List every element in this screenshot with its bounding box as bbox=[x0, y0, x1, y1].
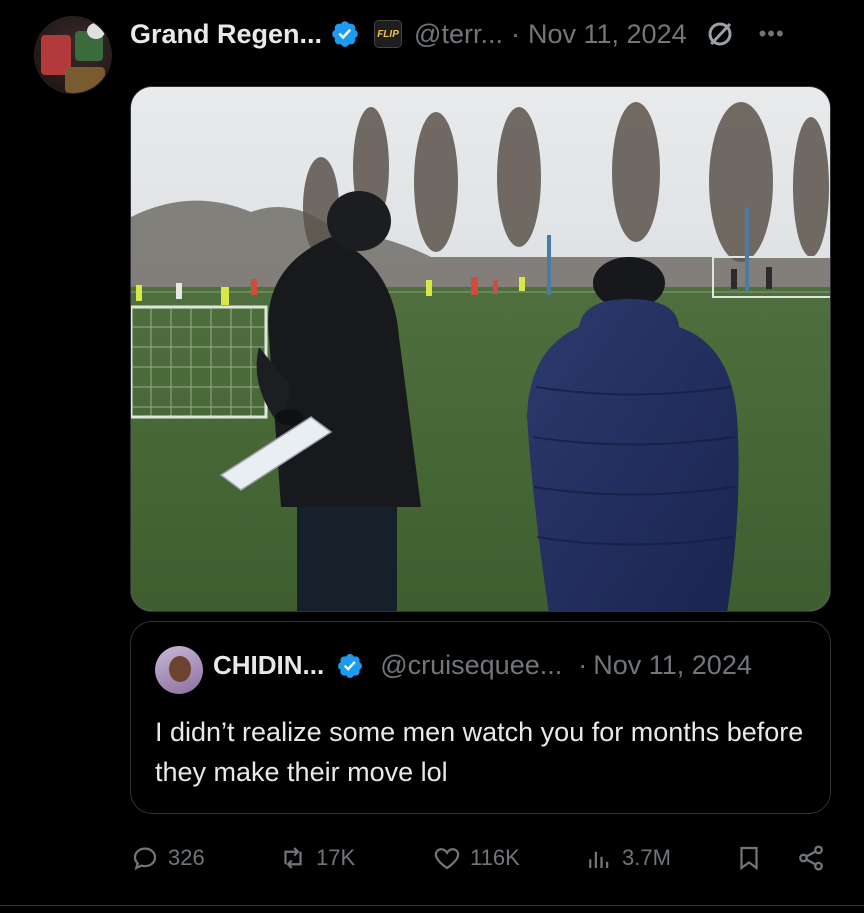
share-icon bbox=[799, 845, 823, 871]
quoted-post-header: CHIDIN... @cruisequee... · Nov 11, 2024 bbox=[213, 650, 752, 681]
views-button[interactable]: 3.7M bbox=[584, 838, 671, 878]
share-button[interactable] bbox=[796, 838, 826, 878]
repost-icon bbox=[284, 847, 302, 869]
reply-count: 326 bbox=[168, 845, 205, 870]
like-count: 116K bbox=[470, 845, 520, 870]
repost-count: 17K bbox=[316, 845, 356, 870]
like-button[interactable]: 116K bbox=[432, 838, 520, 878]
quoted-author-name[interactable]: CHIDIN... bbox=[213, 650, 324, 681]
post-image[interactable] bbox=[130, 86, 831, 612]
quoted-post-text: I didn’t realize some men watch you for … bbox=[155, 717, 804, 787]
divider bbox=[0, 905, 864, 906]
reply-icon bbox=[133, 847, 157, 871]
avatar-shape bbox=[87, 23, 105, 39]
action-bar: 326 17K 116K 3.7M bbox=[130, 838, 831, 878]
reply-button[interactable]: 326 bbox=[130, 838, 205, 878]
more-options-button[interactable]: ••• bbox=[759, 21, 785, 47]
quoted-author-avatar[interactable] bbox=[155, 646, 203, 694]
separator-dot: · bbox=[510, 18, 520, 49]
author-avatar[interactable] bbox=[34, 16, 112, 94]
views-count: 3.7M bbox=[622, 845, 671, 870]
football-pitch-photo bbox=[131, 87, 830, 611]
quoted-post[interactable]: CHIDIN... @cruisequee... · Nov 11, 2024 … bbox=[130, 621, 831, 814]
author-handle[interactable]: @terr... bbox=[414, 19, 503, 50]
avatar-shape bbox=[65, 67, 105, 93]
heart-icon bbox=[434, 848, 460, 870]
bookmark-icon bbox=[740, 846, 758, 871]
verified-badge-icon bbox=[338, 653, 363, 678]
views-icon bbox=[589, 851, 609, 868]
grok-icon[interactable] bbox=[705, 19, 735, 49]
quoted-post-date[interactable]: Nov 11, 2024 bbox=[593, 650, 752, 681]
post-date[interactable]: Nov 11, 2024 bbox=[528, 19, 687, 50]
author-name[interactable]: Grand Regen... bbox=[130, 19, 322, 50]
post-header: Grand Regen... FLIP @terr... · Nov 11, 2… bbox=[130, 14, 785, 54]
repost-button[interactable]: 17K bbox=[278, 838, 355, 878]
separator-dot: · bbox=[578, 650, 588, 680]
quoted-author-handle[interactable]: @cruisequee... bbox=[380, 650, 562, 681]
avatar-shape bbox=[169, 656, 191, 682]
bookmark-button[interactable] bbox=[734, 838, 764, 878]
verified-badge-icon bbox=[332, 21, 358, 47]
affiliate-badge[interactable]: FLIP bbox=[374, 20, 403, 48]
